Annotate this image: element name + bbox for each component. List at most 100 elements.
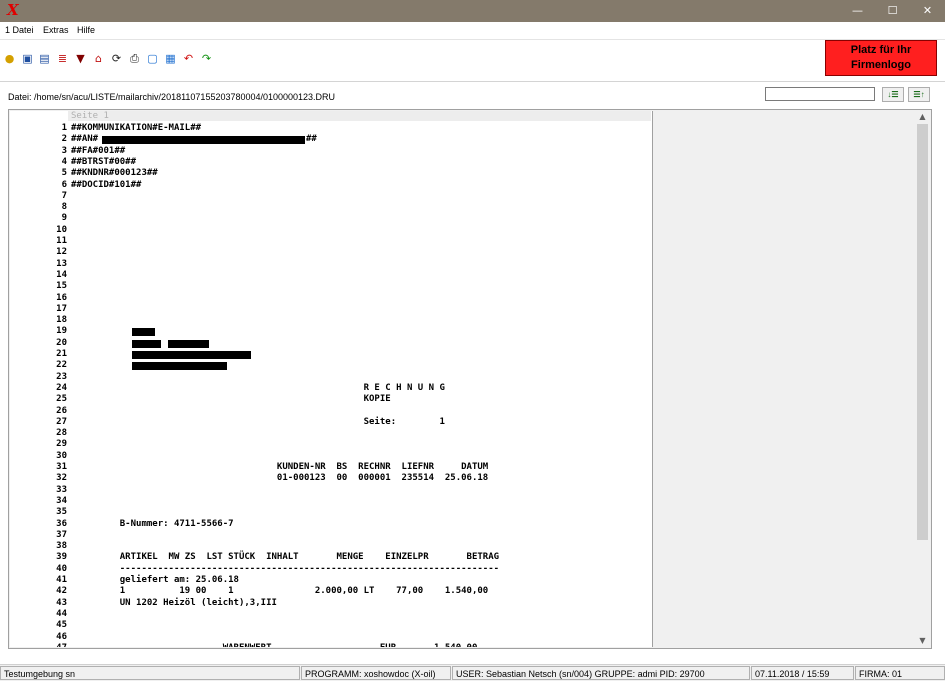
document-panel: Seite 1 1 ##KOMMUNIKATION#E-MAIL## 2 ##AN# 3…: [8, 109, 932, 649]
toolbar: ● ▣ ▤ ≣ ▼ ⌂ ⟳ ⎙ ▢ ▦ ↶ ↷: [0, 40, 945, 80]
line-number: 26: [56, 405, 67, 416]
document-view[interactable]: Seite 1 1 ##KOMMUNIKATION#E-MAIL## 2 ##AN# 3…: [10, 111, 653, 647]
status-company: FIRMA: 01: [855, 666, 945, 680]
undo-icon[interactable]: ↶: [182, 52, 195, 65]
document-line: 15: [10, 281, 652, 292]
find-previous-button[interactable]: ☰↑: [908, 87, 930, 102]
line-number: 1: [61, 123, 67, 133]
app-logo-icon: X: [7, 1, 19, 19]
line-text: 1 19 00 1 2.000,00 LT 77,00 1.540,00: [71, 586, 489, 597]
line-text: ##DOCID#101##: [71, 179, 142, 190]
line-number: 15: [56, 281, 67, 292]
document-line: 23: [10, 372, 652, 383]
line-number: 40: [56, 563, 67, 574]
line-number: 18: [56, 315, 67, 326]
document-line: 6 ##DOCID#101##: [10, 180, 652, 191]
vertical-scrollbar[interactable]: ▲ ▼: [915, 111, 930, 647]
status-environment: Testumgebung sn: [0, 666, 300, 680]
line-text: ##BTRST#00##: [71, 156, 137, 167]
line-number: 38: [56, 541, 67, 552]
window-icon[interactable]: ▢: [146, 52, 159, 65]
line-number: 8: [61, 202, 67, 213]
book-icon[interactable]: ▤: [38, 52, 51, 65]
document-line: 36 B-Nummer: 4711-5566-7: [10, 519, 652, 530]
line-number: 7: [61, 190, 67, 201]
status-user: USER: Sebastian Netsch (sn/004) GRUPPE: …: [452, 666, 750, 680]
lightbulb-icon[interactable]: ●: [3, 52, 16, 65]
funnel-icon[interactable]: ▼: [74, 52, 87, 65]
document-line: 9: [10, 213, 652, 224]
line-number: 42: [56, 586, 67, 597]
save-icon[interactable]: ▦: [164, 52, 177, 65]
document-line: 14: [10, 270, 652, 281]
document-line: 8: [10, 202, 652, 213]
line-number: 16: [56, 292, 67, 303]
line-number: 23: [56, 371, 67, 382]
line-text: KOPIE: [71, 394, 391, 405]
document-line: 16: [10, 293, 652, 304]
document-line: 28: [10, 428, 652, 439]
document-line: 20: [10, 338, 652, 349]
line-number: 32: [56, 473, 67, 484]
menu-extras[interactable]: Extras: [43, 25, 69, 35]
database-icon[interactable]: ≣: [56, 52, 69, 65]
line-number: 37: [56, 529, 67, 540]
line-number: 13: [56, 258, 67, 269]
line-number: 19: [56, 326, 67, 337]
line-text: ----------------------------------------…: [71, 563, 500, 574]
document-line: 35: [10, 507, 652, 518]
redacted-address: [168, 339, 209, 348]
scroll-thumb[interactable]: [917, 124, 928, 540]
document-line: 31 KUNDEN-NR BS RECHNR LIEFNR DATUM: [10, 462, 652, 473]
monitor-icon[interactable]: ▣: [21, 52, 34, 65]
line-text: WARENWERT EUR 1.540,00: [71, 643, 478, 647]
status-datetime: 07.11.2018 / 15:59: [751, 666, 854, 680]
line-number: 45: [56, 620, 67, 631]
document-line: 24 R E C H N U N G: [10, 383, 652, 394]
page-header-bar: [68, 111, 651, 121]
line-number: 33: [56, 484, 67, 495]
line-number: 17: [56, 303, 67, 314]
line-number: 31: [56, 462, 67, 472]
line-number: 34: [56, 495, 67, 506]
document-line: 1 ##KOMMUNIKATION#E-MAIL##: [10, 123, 652, 134]
find-next-button[interactable]: ↓☰: [882, 87, 904, 102]
home-icon[interactable]: ⌂: [92, 52, 105, 65]
document-line: 19: [10, 326, 652, 337]
line-number: 44: [56, 608, 67, 619]
close-button[interactable]: ✕: [911, 0, 944, 22]
refresh-icon[interactable]: ⟳: [110, 52, 123, 65]
menu-hilfe[interactable]: Hilfe: [77, 25, 95, 35]
document-line: 47 WARENWERT EUR 1.540,00: [10, 643, 652, 647]
redo-icon[interactable]: ↷: [200, 52, 213, 65]
document-line: 12: [10, 247, 652, 258]
search-input[interactable]: [765, 87, 875, 101]
line-number: 11: [56, 236, 67, 246]
line-number: 35: [56, 507, 67, 518]
document-line: 3 ##FA#001##: [10, 146, 652, 157]
document-line: 40 -------------------------------------…: [10, 564, 652, 575]
document-line: 34: [10, 496, 652, 507]
document-line: 27 Seite: 1: [10, 417, 652, 428]
document-line: 4 ##BTRST#00##: [10, 157, 652, 168]
scroll-down-icon[interactable]: ▼: [915, 635, 930, 647]
logo-line-1: Platz für Ihr: [850, 44, 912, 56]
document-line: 43 UN 1202 Heizöl (leicht),3,III: [10, 598, 652, 609]
menu-datei[interactable]: 1 Datei: [5, 25, 34, 35]
line-text: KUNDEN-NR BS RECHNR LIEFNR DATUM: [71, 462, 489, 472]
status-bar: Testumgebung sn PROGRAMM: xoshowdoc (X-o…: [0, 664, 945, 681]
line-text: ##KOMMUNIKATION#E-MAIL##: [71, 123, 202, 133]
line-number: 6: [61, 179, 67, 190]
maximize-button[interactable]: ☐: [876, 0, 909, 22]
document-line: 41 geliefert am: 25.06.18: [10, 575, 652, 586]
printer-icon[interactable]: ⎙: [128, 52, 141, 65]
minimize-button[interactable]: —: [841, 0, 874, 22]
document-line: 10: [10, 225, 652, 236]
line-number: 5: [61, 168, 67, 179]
company-logo-placeholder: Platz für Ihr Firmenlogo: [825, 40, 937, 76]
redacted-address: [132, 328, 155, 337]
line-number: 41: [56, 575, 67, 585]
scroll-up-icon[interactable]: ▲: [915, 111, 930, 123]
menu-bar: 1 Datei Extras Hilfe: [0, 22, 945, 40]
line-number: 3: [61, 145, 67, 156]
